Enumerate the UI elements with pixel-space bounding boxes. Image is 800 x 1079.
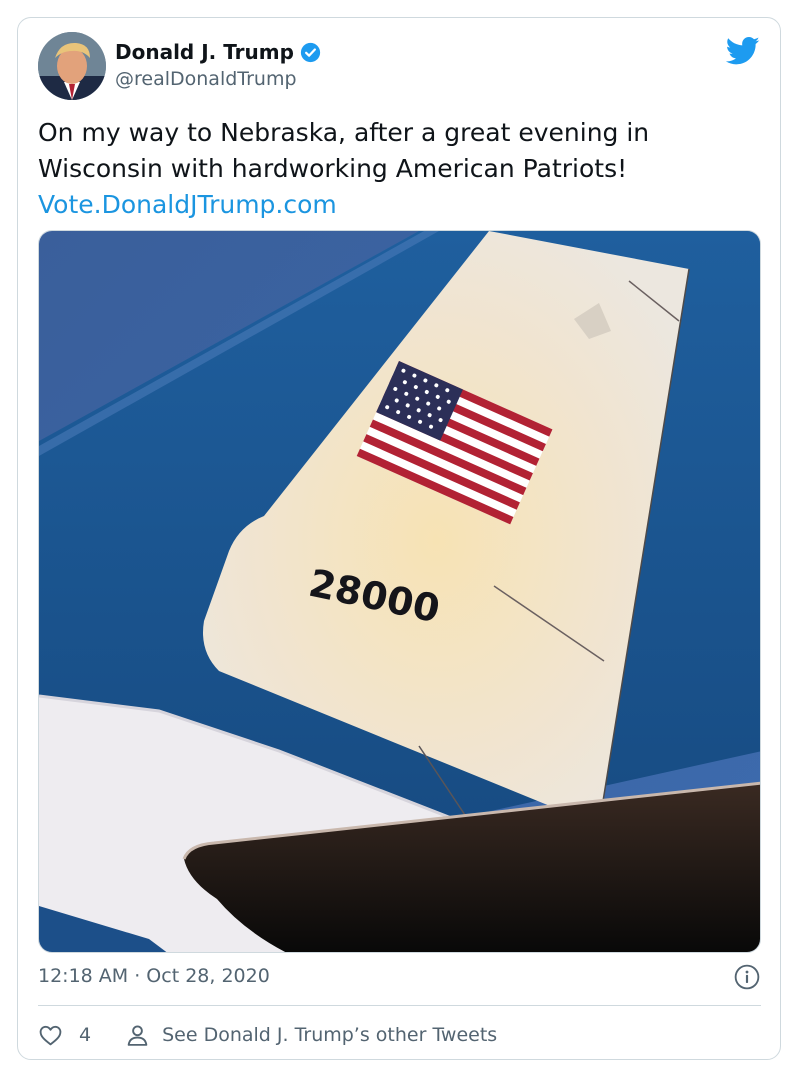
tweet-text: On my way to Nebraska, after a great eve…	[38, 115, 758, 223]
tweet-link[interactable]: Vote.DonaldJTrump.com	[38, 187, 758, 223]
author-name[interactable]: Donald J. Trump	[115, 40, 294, 64]
like-count[interactable]: 4	[79, 1024, 91, 1046]
tweet-text-line-2: Wisconsin with hardworking American Patr…	[38, 154, 628, 183]
author-handle[interactable]: @realDonaldTrump	[115, 68, 297, 90]
verified-badge-icon	[300, 42, 321, 62]
see-other-tweets-link[interactable]: See Donald J. Trump’s other Tweets	[162, 1024, 497, 1046]
tweet-media-photo[interactable]: 28000	[38, 230, 761, 953]
heart-icon[interactable]	[38, 1023, 63, 1048]
twitter-bird-icon[interactable]	[726, 36, 760, 66]
avatar[interactable]	[38, 32, 106, 100]
tweet-timestamp[interactable]: 12:18 AM · Oct 28, 2020	[38, 965, 270, 987]
tweet-card[interactable]: Donald J. Trump @realDonaldTrump On my w…	[17, 17, 781, 1060]
divider	[38, 1005, 761, 1006]
avatar-image	[38, 32, 106, 100]
info-icon[interactable]	[734, 964, 760, 990]
tweet-actions: 4 See Donald J. Trump’s other Tweets	[38, 1020, 497, 1050]
tweet-text-line-1: On my way to Nebraska, after a great eve…	[38, 118, 650, 147]
person-icon[interactable]	[125, 1023, 150, 1048]
airplane-tail-photo: 28000	[39, 231, 760, 952]
